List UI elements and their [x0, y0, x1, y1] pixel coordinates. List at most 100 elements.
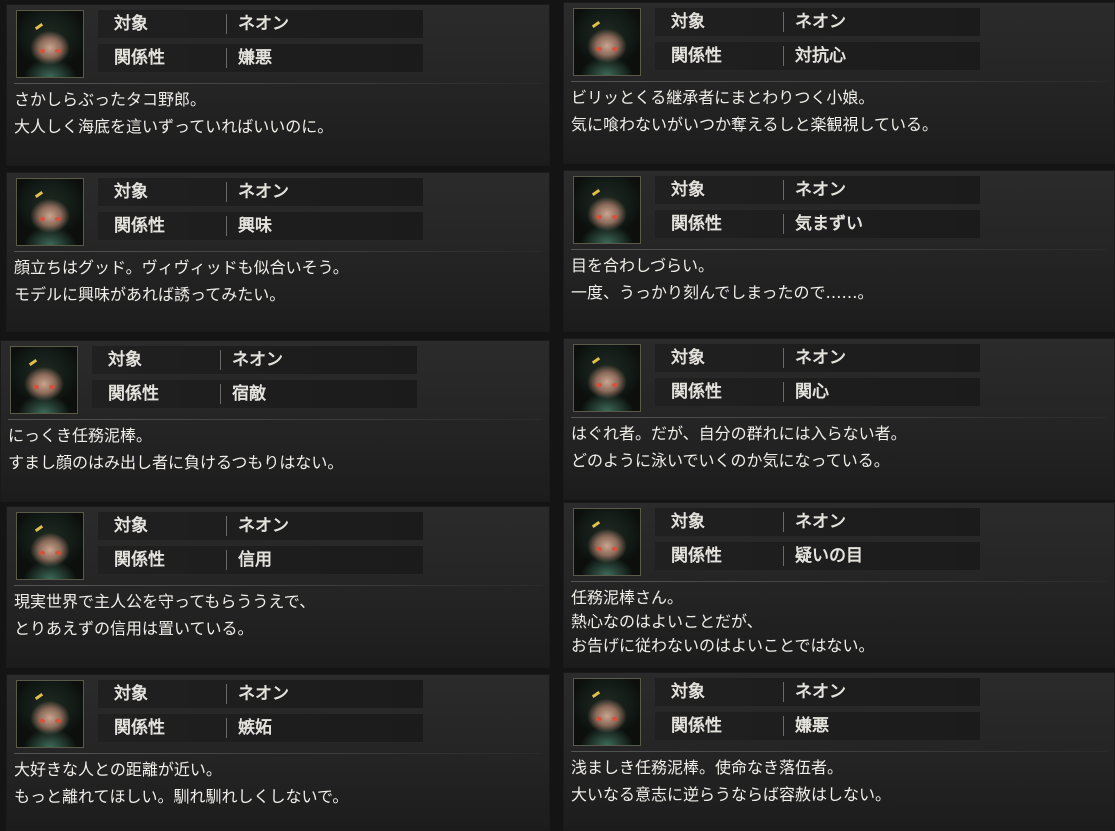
- target-value: ネオン: [238, 516, 289, 536]
- divider: [571, 581, 1107, 582]
- character-portrait-icon: [573, 508, 641, 576]
- relation-row: 関係性 関心: [655, 378, 980, 406]
- relation-row: 関係性 嫌悪: [655, 712, 980, 740]
- relationship-card: 対象 ネオン 関係性 興味 顔立ちはグッド。ヴィヴィッドも似合いそう。 モデルに興味…: [6, 172, 550, 332]
- divider: [571, 81, 1107, 82]
- relation-row: 関係性 信用: [98, 546, 423, 574]
- relation-description: にっくき任務泥棒。 すまし顔のはみ出し者に負けるつもりはない。: [8, 426, 344, 472]
- target-label: 対象: [671, 512, 705, 532]
- target-value: ネオン: [795, 180, 846, 200]
- relation-description: 目を合わしづらい。 一度、うっかり刻んでしまったので……。: [571, 256, 874, 302]
- relation-value: 信用: [238, 550, 272, 570]
- character-portrait-icon: [10, 346, 78, 414]
- target-value: ネオン: [795, 12, 846, 32]
- target-label: 対象: [671, 180, 705, 200]
- target-label: 対象: [114, 182, 148, 202]
- relation-value: 疑いの目: [795, 546, 863, 566]
- target-row: 対象 ネオン: [98, 680, 423, 708]
- target-label: 対象: [671, 12, 705, 32]
- relationship-card: 対象 ネオン 関係性 嫉妬 大好きな人との距離が近い。 もっと離れてほしい。馴れ馴れ…: [6, 674, 550, 831]
- relation-label: 関係性: [108, 384, 159, 404]
- relation-description: はぐれ者。だが、自分の群れには入らない者。 どのように泳いでいくのか気になってい…: [571, 424, 907, 470]
- relationship-card: 対象 ネオン 関係性 気まずい 目を合わしづらい。 一度、うっかり刻んでしまったので…: [563, 170, 1115, 332]
- character-portrait-icon: [16, 680, 84, 748]
- relation-label: 関係性: [114, 216, 165, 236]
- character-portrait-icon: [573, 344, 641, 412]
- target-row: 対象 ネオン: [98, 178, 423, 206]
- target-row: 対象 ネオン: [655, 176, 980, 204]
- relation-description: さかしらぶったタコ野郎。 大人しく海底を這いずっていればいいのに。: [14, 90, 334, 136]
- relation-value: 嫌悪: [238, 48, 272, 68]
- relation-value: 気まずい: [795, 214, 863, 234]
- relation-value: 嫌悪: [795, 716, 829, 736]
- relationship-card: 対象 ネオン 関係性 信用 現実世界で主人公を守ってもらううえで、 とりあえずの信用…: [6, 506, 550, 668]
- relation-label: 関係性: [671, 546, 722, 566]
- relation-label: 関係性: [114, 550, 165, 570]
- character-portrait-icon: [573, 678, 641, 746]
- divider: [571, 751, 1107, 752]
- divider: [571, 249, 1107, 250]
- character-portrait-icon: [16, 178, 84, 246]
- relation-row: 関係性 嫌悪: [98, 44, 423, 72]
- relation-value: 関心: [795, 382, 829, 402]
- relationship-card: 対象 ネオン 関係性 嫌悪 さかしらぶったタコ野郎。 大人しく海底を這いずっていれば…: [6, 4, 550, 166]
- target-value: ネオン: [232, 350, 283, 370]
- target-row: 対象 ネオン: [655, 344, 980, 372]
- character-portrait-icon: [16, 512, 84, 580]
- divider: [8, 419, 542, 420]
- relation-label: 関係性: [114, 48, 165, 68]
- divider: [14, 585, 542, 586]
- target-row: 対象 ネオン: [98, 10, 423, 38]
- target-row: 対象 ネオン: [92, 346, 417, 374]
- target-value: ネオン: [795, 682, 846, 702]
- character-portrait-icon: [16, 10, 84, 78]
- target-row: 対象 ネオン: [655, 508, 980, 536]
- relation-value: 宿敵: [232, 384, 266, 404]
- relation-label: 関係性: [671, 214, 722, 234]
- target-value: ネオン: [238, 14, 289, 34]
- target-row: 対象 ネオン: [98, 512, 423, 540]
- relation-row: 関係性 対抗心: [655, 42, 980, 70]
- relationship-card: 対象 ネオン 関係性 対抗心 ビリッとくる継承者にまとわりつく小娘。 気に喰わないが…: [563, 2, 1115, 164]
- relation-value: 対抗心: [795, 46, 846, 66]
- divider: [571, 417, 1107, 418]
- relation-description: 顔立ちはグッド。ヴィヴィッドも似合いそう。 モデルに興味があれば誘ってみたい。: [14, 258, 349, 304]
- target-value: ネオン: [238, 684, 289, 704]
- character-portrait-icon: [573, 176, 641, 244]
- divider: [14, 753, 542, 754]
- target-label: 対象: [114, 14, 148, 34]
- relation-description: 任務泥棒さん。 熱心なのはよいことだが、 お告げに従わないのはよいことではない。: [571, 588, 875, 655]
- character-portrait-icon: [573, 8, 641, 76]
- target-value: ネオン: [795, 512, 846, 532]
- target-label: 対象: [114, 516, 148, 536]
- relation-row: 関係性 嫉妬: [98, 714, 423, 742]
- relation-value: 嫉妬: [238, 718, 272, 738]
- relationship-card: 対象 ネオン 関係性 関心 はぐれ者。だが、自分の群れには入らない者。 どのように泳…: [563, 338, 1115, 500]
- relation-row: 関係性 宿敵: [92, 380, 417, 408]
- relation-label: 関係性: [114, 718, 165, 738]
- relation-label: 関係性: [671, 716, 722, 736]
- relation-description: 浅ましき任務泥棒。使命なき落伍者。 大いなる意志に逆らうならば容赦はしない。: [571, 758, 892, 804]
- target-label: 対象: [114, 684, 148, 704]
- relation-value: 興味: [238, 216, 272, 236]
- relation-label: 関係性: [671, 46, 722, 66]
- divider: [14, 251, 542, 252]
- target-value: ネオン: [238, 182, 289, 202]
- target-label: 対象: [671, 348, 705, 368]
- relationship-card: 対象 ネオン 関係性 嫌悪 浅ましき任務泥棒。使命なき落伍者。 大いなる意志に逆らう…: [563, 672, 1115, 831]
- target-row: 対象 ネオン: [655, 8, 980, 36]
- relation-description: 現実世界で主人公を守ってもらううえで、 とりあえずの信用は置いている。: [14, 592, 316, 638]
- target-row: 対象 ネオン: [655, 678, 980, 706]
- target-label: 対象: [108, 350, 142, 370]
- relation-row: 関係性 気まずい: [655, 210, 980, 238]
- relationship-card: 対象 ネオン 関係性 宿敵 にっくき任務泥棒。 すまし顔のはみ出し者に負けるつもりは…: [0, 340, 550, 502]
- divider: [14, 83, 542, 84]
- relation-label: 関係性: [671, 382, 722, 402]
- relation-description: ビリッとくる継承者にまとわりつく小娘。 気に喰わないがいつか奪えるしと楽観視して…: [571, 88, 939, 134]
- target-value: ネオン: [795, 348, 846, 368]
- target-label: 対象: [671, 682, 705, 702]
- relation-description: 大好きな人との距離が近い。 もっと離れてほしい。馴れ馴れしくしないで。: [14, 760, 349, 806]
- relation-row: 関係性 興味: [98, 212, 423, 240]
- relationship-card: 対象 ネオン 関係性 疑いの目 任務泥棒さん。 熱心なのはよいことだが、 お告げに従…: [563, 502, 1115, 668]
- relation-row: 関係性 疑いの目: [655, 542, 980, 570]
